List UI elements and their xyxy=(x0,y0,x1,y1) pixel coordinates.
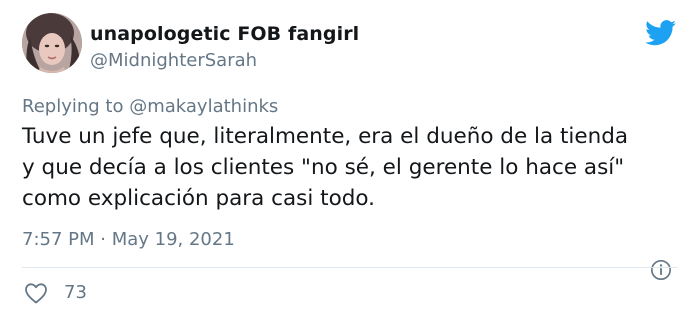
divider xyxy=(22,267,678,268)
tweet-line: como explicación para casi todo. xyxy=(22,186,375,211)
like-count: 73 xyxy=(64,282,87,303)
tweet-text: Tuve un jefe que, literalmente, era el d… xyxy=(22,121,682,214)
profile-photo xyxy=(22,13,82,73)
avatar[interactable] xyxy=(22,13,82,73)
user-handle[interactable]: @MidnighterSarah xyxy=(90,50,257,71)
info-icon[interactable] xyxy=(650,259,672,281)
tweet-line: Tuve un jefe que, literalmente, era el d… xyxy=(22,124,629,149)
tweet-card: unapologetic FOB fangirl @MidnighterSara… xyxy=(0,0,700,319)
reply-prefix: Replying to xyxy=(22,96,124,117)
reply-mention-link[interactable]: @makaylathinks xyxy=(129,96,278,117)
tweet-line: y que decía a los clientes "no sé, el ge… xyxy=(22,155,625,180)
display-name[interactable]: unapologetic FOB fangirl xyxy=(90,23,359,45)
reply-context: Replying to @makaylathinks xyxy=(22,96,278,117)
twitter-bird-icon[interactable] xyxy=(645,20,677,46)
tweet-timestamp[interactable]: 7:57 PM · May 19, 2021 xyxy=(22,229,235,250)
heart-icon[interactable] xyxy=(24,282,48,304)
